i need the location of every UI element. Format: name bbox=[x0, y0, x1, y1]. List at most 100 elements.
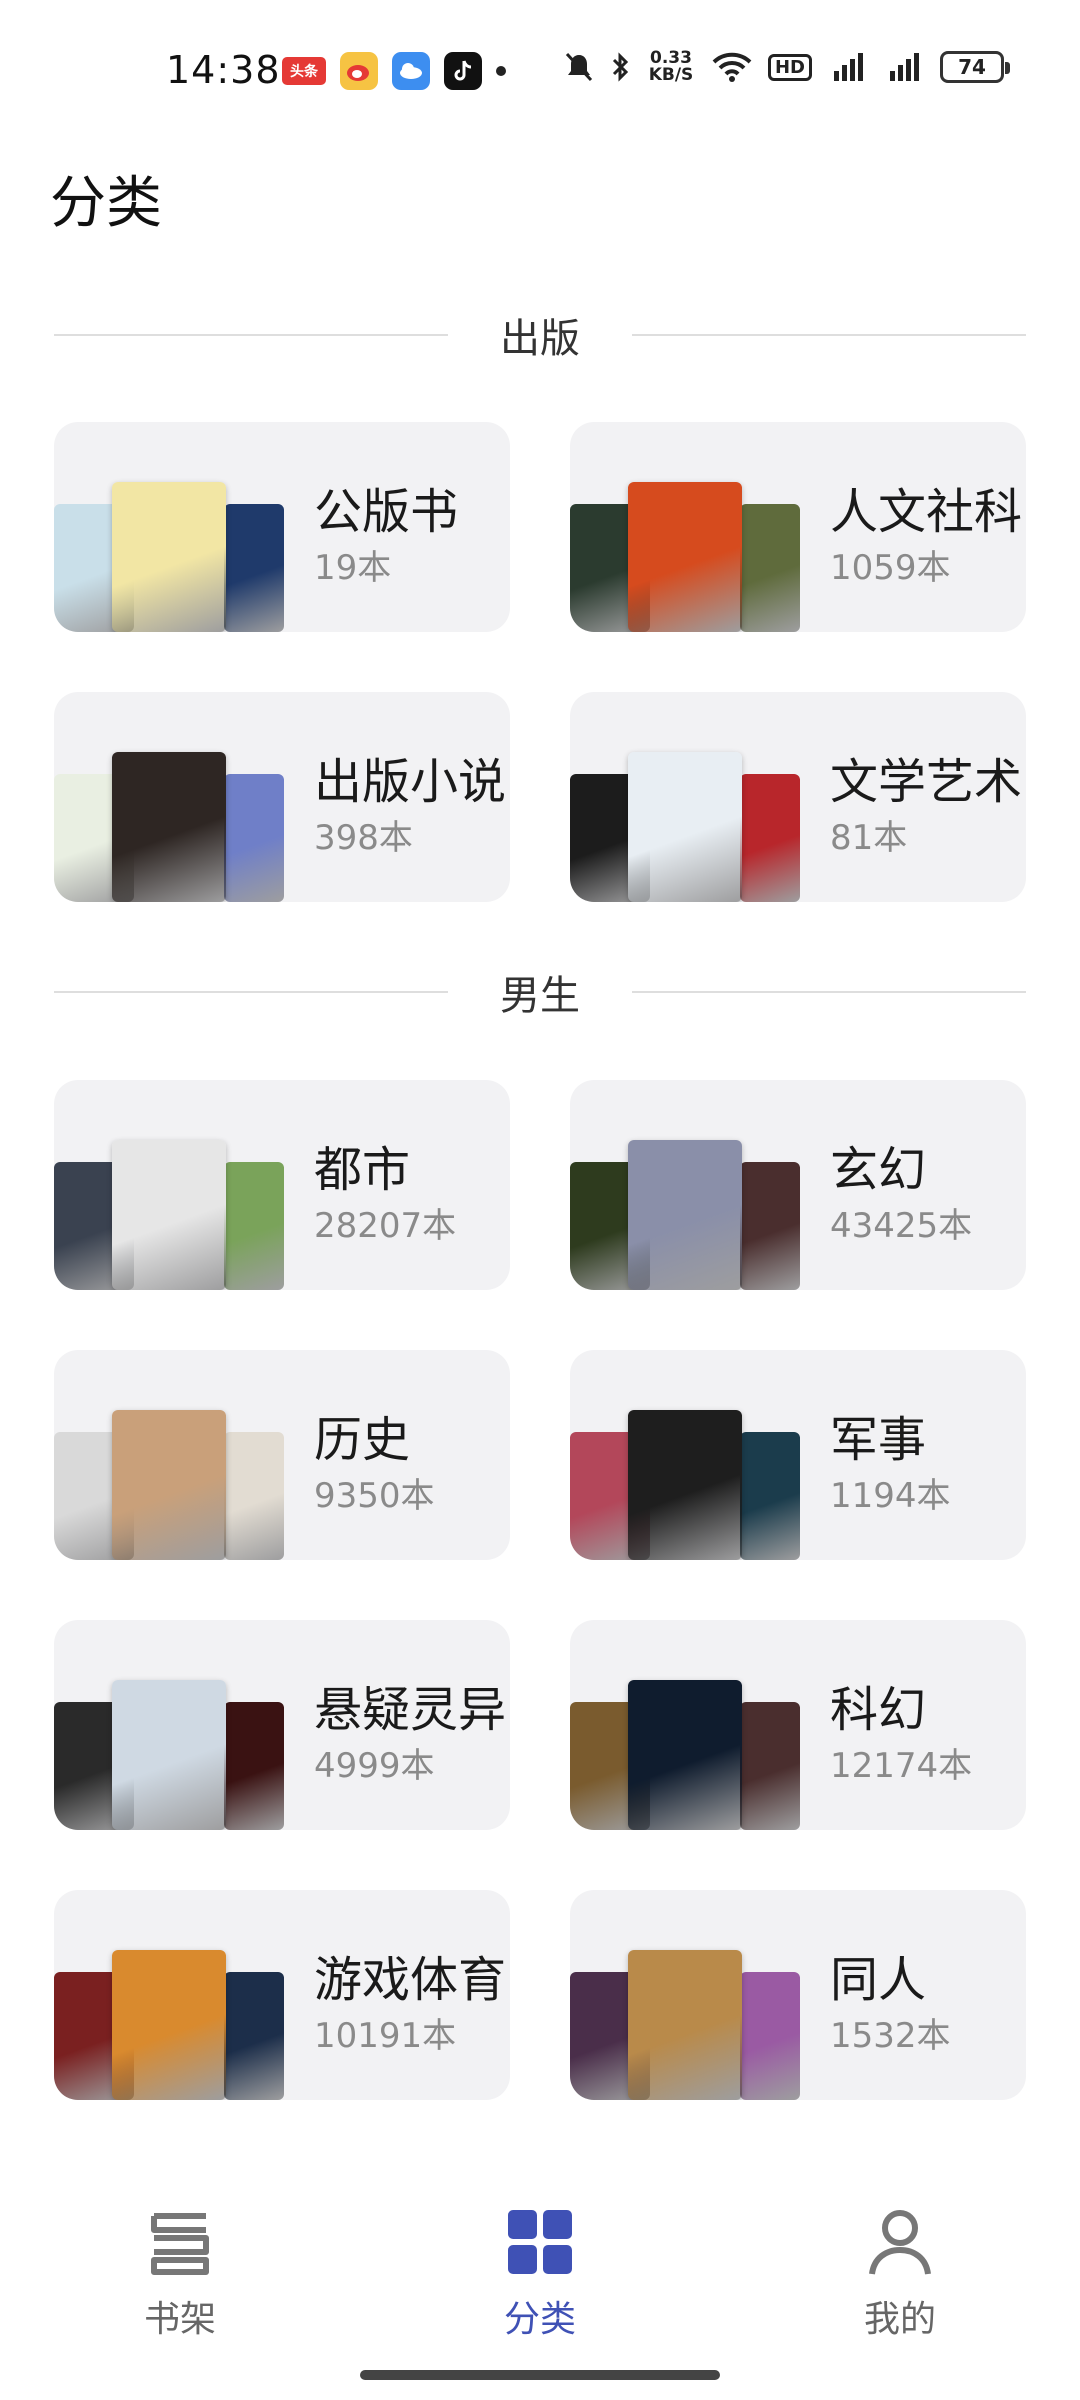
book-cover-image bbox=[112, 1950, 226, 2100]
category-name: 同人 bbox=[830, 1952, 927, 2008]
book-cover-image bbox=[112, 1680, 226, 1830]
category-count: 1532本 bbox=[830, 2016, 951, 2056]
category-card[interactable]: 历史 9350本 bbox=[54, 1350, 510, 1560]
category-count: 1194本 bbox=[830, 1476, 951, 1516]
book-cover-image bbox=[628, 482, 742, 632]
book-cover-stack bbox=[54, 1680, 284, 1830]
book-cover-stack bbox=[570, 1410, 800, 1560]
book-cover-image bbox=[112, 752, 226, 902]
bookshelf-icon bbox=[151, 2213, 209, 2275]
book-cover-stack bbox=[54, 482, 284, 632]
section-title: 出版 bbox=[500, 316, 580, 362]
section-header-publishing: 出版 bbox=[54, 305, 1026, 365]
status-time: 14:38 bbox=[166, 48, 281, 92]
wifi-icon bbox=[712, 52, 752, 82]
tiktok-icon bbox=[444, 52, 482, 90]
category-name: 公版书 bbox=[314, 484, 459, 540]
nav-label: 我的 bbox=[863, 2299, 936, 2340]
category-card[interactable]: 文学艺术 81本 bbox=[570, 692, 1026, 902]
category-count: 12174本 bbox=[830, 1746, 973, 1786]
category-grid-icon bbox=[508, 2210, 572, 2274]
category-name: 都市 bbox=[314, 1142, 411, 1198]
category-card[interactable]: 人文社科 1059本 bbox=[570, 422, 1026, 632]
category-name: 出版小说 bbox=[314, 754, 507, 810]
bluetooth-icon bbox=[612, 52, 629, 82]
category-card[interactable]: 科幻 12174本 bbox=[570, 1620, 1026, 1830]
category-count: 43425本 bbox=[830, 1206, 973, 1246]
divider bbox=[632, 991, 1026, 993]
battery-icon: 74 bbox=[940, 51, 1010, 83]
divider bbox=[54, 991, 448, 993]
category-card[interactable]: 同人 1532本 bbox=[570, 1890, 1026, 2100]
status-bar: 14:38 头条 0.33 KB/S HD 74 bbox=[0, 0, 1080, 140]
category-count: 28207本 bbox=[314, 1206, 457, 1246]
category-card[interactable]: 公版书 19本 bbox=[54, 422, 510, 632]
book-cover-image bbox=[628, 752, 742, 902]
nav-bookshelf[interactable]: 书架 bbox=[80, 2208, 280, 2342]
book-cover-stack bbox=[570, 1680, 800, 1830]
book-cover-image bbox=[740, 1162, 800, 1290]
category-count: 19本 bbox=[314, 548, 392, 588]
book-cover-stack bbox=[54, 1950, 284, 2100]
book-cover-image bbox=[628, 1140, 742, 1290]
toutiao-icon: 头条 bbox=[282, 57, 326, 85]
profile-icon bbox=[869, 2210, 931, 2275]
book-cover-image bbox=[740, 774, 800, 902]
book-cover-stack bbox=[54, 1410, 284, 1560]
book-cover-image bbox=[224, 504, 284, 632]
book-cover-image bbox=[224, 1162, 284, 1290]
category-name: 军事 bbox=[830, 1412, 927, 1468]
book-cover-image bbox=[740, 1432, 800, 1560]
category-name: 悬疑灵异 bbox=[314, 1682, 507, 1738]
book-cover-image bbox=[740, 504, 800, 632]
bottom-nav: 书架 分类 我的 bbox=[0, 2180, 1080, 2400]
category-card[interactable]: 军事 1194本 bbox=[570, 1350, 1026, 1560]
signal-5g-icon bbox=[890, 53, 919, 81]
home-indicator[interactable] bbox=[360, 2370, 720, 2380]
book-cover-image bbox=[628, 1680, 742, 1830]
category-count: 10191本 bbox=[314, 2016, 457, 2056]
book-cover-stack bbox=[54, 1140, 284, 1290]
category-card[interactable]: 游戏体育 10191本 bbox=[54, 1890, 510, 2100]
category-name: 历史 bbox=[314, 1412, 411, 1468]
book-cover-image bbox=[112, 482, 226, 632]
mute-icon bbox=[565, 52, 593, 82]
weather-icon bbox=[392, 52, 430, 90]
category-name: 文学艺术 bbox=[830, 754, 1023, 810]
section-title: 男生 bbox=[500, 973, 580, 1019]
category-count: 9350本 bbox=[314, 1476, 435, 1516]
book-cover-image bbox=[740, 1702, 800, 1830]
book-cover-image bbox=[628, 1950, 742, 2100]
category-card[interactable]: 都市 28207本 bbox=[54, 1080, 510, 1290]
book-cover-stack bbox=[570, 482, 800, 632]
book-cover-image bbox=[112, 1410, 226, 1560]
book-cover-image bbox=[224, 1432, 284, 1560]
divider bbox=[54, 334, 448, 336]
category-count: 1059本 bbox=[830, 548, 951, 588]
hd-icon: HD bbox=[767, 53, 812, 81]
book-cover-image bbox=[224, 1702, 284, 1830]
weibo-icon bbox=[340, 52, 378, 90]
net-speed: 0.33 KB/S bbox=[648, 48, 694, 85]
book-cover-image bbox=[628, 1410, 742, 1560]
category-card[interactable]: 悬疑灵异 4999本 bbox=[54, 1620, 510, 1830]
dot-icon bbox=[496, 66, 506, 76]
category-name: 人文社科 bbox=[830, 484, 1023, 540]
book-cover-image bbox=[224, 1972, 284, 2100]
book-cover-stack bbox=[570, 1140, 800, 1290]
book-cover-image bbox=[224, 774, 284, 902]
divider bbox=[632, 334, 1026, 336]
book-cover-stack bbox=[570, 752, 800, 902]
nav-profile[interactable]: 我的 bbox=[800, 2208, 1000, 2342]
category-card[interactable]: 出版小说 398本 bbox=[54, 692, 510, 902]
category-count: 81本 bbox=[830, 818, 908, 858]
category-name: 游戏体育 bbox=[314, 1952, 507, 2008]
category-count: 398本 bbox=[314, 818, 413, 858]
notification-icons: 头条 bbox=[282, 52, 506, 90]
category-card[interactable]: 玄幻 43425本 bbox=[570, 1080, 1026, 1290]
nav-label: 书架 bbox=[143, 2299, 216, 2340]
book-cover-stack bbox=[54, 752, 284, 902]
category-name: 科幻 bbox=[830, 1682, 927, 1738]
nav-category[interactable]: 分类 bbox=[440, 2208, 640, 2342]
system-status: 0.33 KB/S HD 74 bbox=[564, 48, 1010, 85]
